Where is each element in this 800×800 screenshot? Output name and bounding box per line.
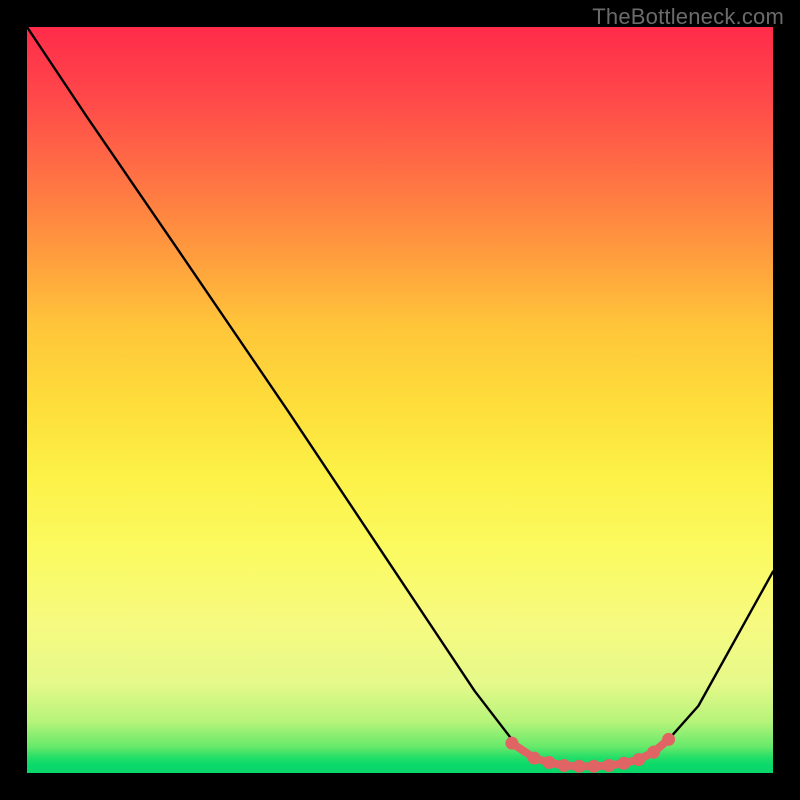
highlight-point xyxy=(662,733,675,746)
chart-svg xyxy=(27,27,773,773)
highlight-point xyxy=(543,756,556,769)
plot-area xyxy=(27,27,773,773)
highlight-point xyxy=(558,759,571,772)
chart-container: TheBottleneck.com xyxy=(0,0,800,800)
highlight-point xyxy=(602,759,615,772)
optimal-region-highlight xyxy=(505,733,675,773)
highlight-point xyxy=(528,752,541,765)
highlight-point xyxy=(505,737,518,750)
highlight-point xyxy=(587,760,600,773)
highlight-point xyxy=(647,746,660,759)
highlight-point xyxy=(617,757,630,770)
bottleneck-curve xyxy=(27,27,773,766)
highlight-point xyxy=(573,760,586,773)
highlight-point xyxy=(632,753,645,766)
watermark: TheBottleneck.com xyxy=(592,4,784,30)
